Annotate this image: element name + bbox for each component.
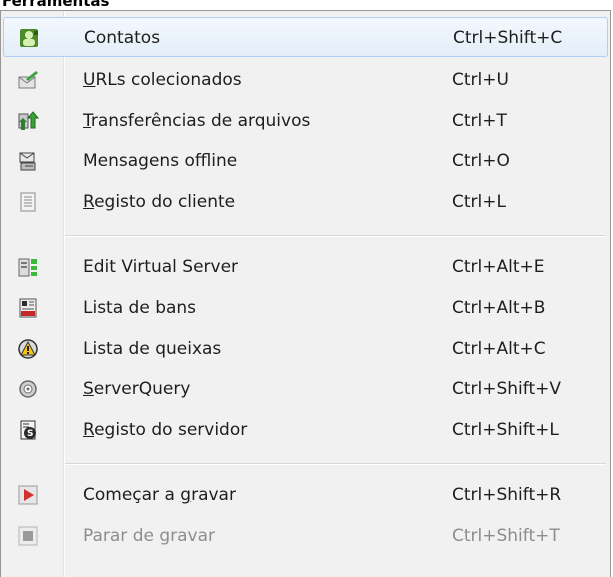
menu-item-label: Lista de queixas [83,339,222,359]
menu-item-label: Começar a gravar [83,475,236,515]
menu-item-shortcut: Ctrl+Shift+R [452,485,562,505]
menu-item-mensagens-offline[interactable]: Mensagens offline Ctrl+O [3,141,608,181]
menu-item-label: Edit Virtual Server [83,257,239,277]
menu-item-edit-virtual-server[interactable]: Edit Virtual Server Ctrl+Alt+E [3,247,608,287]
label-rest: ravar [191,485,236,505]
menu-separator [65,463,606,465]
menu-item-lista-bans[interactable]: Lista de bans Ctrl+Alt+B [3,288,608,328]
svg-text:S: S [27,429,33,439]
menu-separator [65,235,606,237]
record-stop-icon [18,526,38,546]
accel-char: R [83,192,95,212]
menu-item-shortcut: Ctrl+Shift+T [452,526,560,546]
menu-item-label: Parar de gravar [83,526,216,546]
menu-item-shortcut: Ctrl+Alt+C [452,339,546,359]
menu-item-transferencias[interactable]: Transferências de arquivos Ctrl+T [3,101,608,141]
server-log-icon: S [20,420,36,440]
label-rest: egisto do cliente [94,192,236,212]
menu-item-registo-servidor[interactable]: S Registo do servidor Ctrl+Shift+L [3,410,608,450]
menu-item-label: Registo do servidor [83,410,247,450]
menu-item-shortcut: Ctrl+Shift+L [452,420,559,440]
menu-item-label: URLs colecionados [83,60,242,100]
menu-item-label: Mensagens offline [83,151,238,171]
record-start-icon [18,485,38,505]
ban-list-icon [19,298,37,318]
menu-item-shortcut: Ctrl+Alt+E [452,257,545,277]
screen: Ferramentas Contatos Ctrl+Shift+C URLs c… [0,0,613,577]
label-rest: erverQuery [93,379,191,399]
contacts-icon [20,29,38,47]
menu-item-contatos[interactable]: Contatos Ctrl+Shift+C [3,17,608,57]
menu-item-serverquery[interactable]: ServerQuery Ctrl+Shift+V [3,369,608,409]
server-query-icon [19,380,37,398]
menu-item-urls-colecionados[interactable]: URLs colecionados Ctrl+U [3,60,608,100]
menu-item-shortcut: Ctrl+O [452,151,510,171]
menu-item-shortcut: Ctrl+Shift+V [452,379,562,399]
menu-item-shortcut: Ctrl+U [452,70,509,90]
menu-item-parar-gravar[interactable]: Parar de gravar Ctrl+Shift+T [3,516,608,556]
file-transfer-icon [18,111,39,130]
tools-menu: Contatos Ctrl+Shift+C URLs colecionados … [0,10,611,577]
label-pre: Começar a [83,485,181,505]
menu-item-shortcut: Ctrl+Alt+B [452,298,546,318]
menu-title: Ferramentas [2,0,110,10]
menu-item-registo-cliente[interactable]: Registo do cliente Ctrl+L [3,182,608,222]
offline-messages-icon [19,152,36,171]
menu-item-label: Contatos [84,28,161,48]
menu-item-label: Registo do cliente [83,182,235,222]
label-rest: ransferências de arquivos [90,111,311,131]
accel-char: T [83,111,91,131]
label-rest: egisto do servidor [94,420,248,440]
menu-item-shortcut: Ctrl+T [452,111,507,131]
accel-char: g [180,485,192,505]
menu-item-label: ServerQuery [83,369,190,409]
collected-urls-icon [18,71,38,89]
menu-item-shortcut: Ctrl+L [452,192,506,212]
menu-item-comecar-gravar[interactable]: Começar a gravar Ctrl+Shift+R [3,475,608,515]
accel-char: S [83,379,94,399]
accel-char: U [83,70,96,90]
menu-item-label: Transferências de arquivos [83,101,310,141]
menu-item-lista-queixas[interactable]: Lista de queixas Ctrl+Alt+C [3,329,608,369]
menu-item-shortcut: Ctrl+Shift+C [453,28,563,48]
complaint-list-icon [18,339,38,359]
client-log-icon [20,192,36,212]
menu-item-label: Lista de bans [83,298,197,318]
edit-virtual-server-icon [18,258,37,277]
accel-char: R [83,420,95,440]
label-rest: RLs colecionados [95,70,242,90]
